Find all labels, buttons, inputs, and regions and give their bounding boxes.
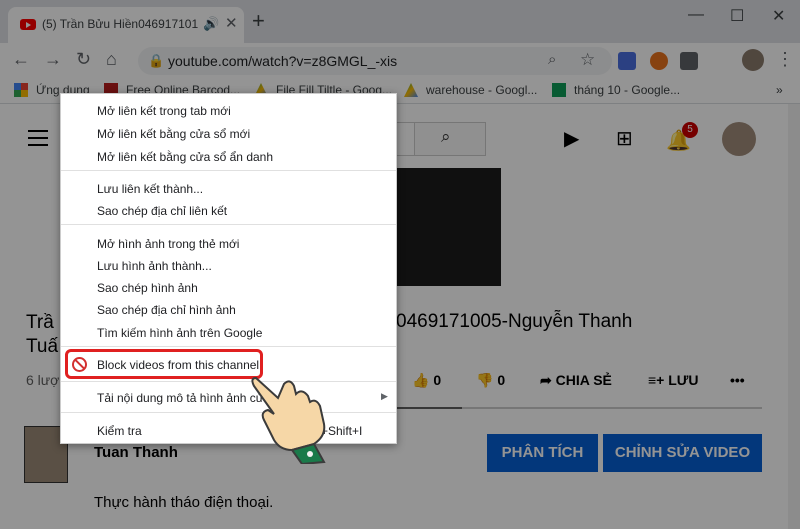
menu-separator [61,412,396,413]
menu-separator [61,224,396,225]
menu-item-search-image[interactable]: Tìm kiếm hình ảnh trên Google [97,326,262,340]
block-icon [72,357,87,372]
menu-separator [61,170,396,171]
submenu-arrow-icon: ▶ [381,391,388,401]
menu-item-copy-image[interactable]: Sao chép hình ảnh [97,281,198,295]
menu-item-copy-image-address[interactable]: Sao chép địa chỉ hình ảnh [97,303,236,317]
menu-separator [61,346,396,347]
menu-item-copy-link[interactable]: Sao chép địa chỉ liên kết [97,204,227,218]
menu-item-save-link[interactable]: Lưu liên kết thành... [97,182,203,196]
menu-item-open-image[interactable]: Mở hình ảnh trong thẻ mới [97,237,239,251]
menu-item-block-channel[interactable]: Block videos from this channel [97,358,259,372]
menu-item-open-incognito[interactable]: Mở liên kết bằng cửa sổ ẩn danh [97,150,273,164]
menu-item-open-new-window[interactable]: Mở liên kết bằng cửa sổ mới [97,127,250,141]
menu-item-download-description[interactable]: Tải nội dung mô tả hình ảnh cứ [97,391,264,405]
context-menu: Mở liên kết trong tab mới Mở liên kết bằ… [60,93,397,444]
menu-item-save-image[interactable]: Lưu hình ảnh thành... [97,259,212,273]
menu-item-open-new-tab[interactable]: Mở liên kết trong tab mới [97,104,231,118]
pointing-hand-icon [251,376,326,464]
menu-item-inspect[interactable]: Kiểm tra [97,424,142,438]
menu-separator [61,381,396,382]
